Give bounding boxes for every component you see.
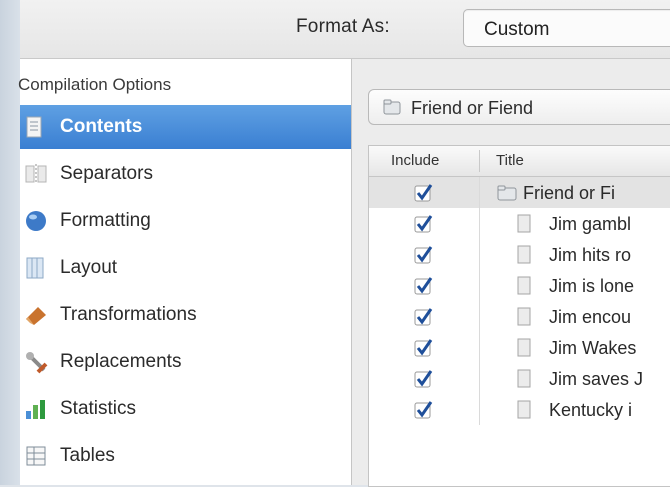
- include-checkbox[interactable]: [413, 183, 433, 203]
- column-divider: [479, 394, 480, 425]
- folder-icon: [497, 185, 517, 201]
- table-row[interactable]: Kentucky i: [369, 394, 670, 425]
- contents-icon: [26, 116, 42, 138]
- row-title: Jim hits ro: [549, 245, 632, 265]
- include-checkbox[interactable]: [413, 214, 433, 234]
- row-title: Jim Wakes: [549, 338, 637, 358]
- document-icon: [517, 369, 531, 388]
- include-checkbox[interactable]: [413, 245, 433, 265]
- document-icon: [517, 276, 531, 295]
- row-title: Friend or Fi: [523, 183, 616, 203]
- table-row[interactable]: Jim gambl: [369, 208, 670, 239]
- sidebar-item-label: Statistics: [60, 398, 137, 419]
- format-as-select[interactable]: Custom: [463, 9, 670, 47]
- table-row[interactable]: Jim encou: [369, 301, 670, 332]
- table-row[interactable]: Jim Wakes: [369, 332, 670, 363]
- sidebar-item-label: Tables: [60, 445, 115, 466]
- document-icon: [517, 245, 531, 264]
- sidebar-header: Compilation Options: [18, 75, 172, 94]
- replacements-icon: [26, 352, 48, 374]
- table-row[interactable]: Friend or Fi: [369, 177, 670, 208]
- format-as-label: Format As:: [296, 16, 390, 37]
- document-selector[interactable]: Friend or Fiend: [368, 89, 670, 125]
- separators-icon: [25, 164, 47, 184]
- sidebar-item-label: Contents: [60, 116, 143, 137]
- sidebar-item-formatting[interactable]: Formatting: [20, 199, 351, 243]
- column-header-title[interactable]: Title: [496, 152, 524, 169]
- column-divider: [479, 270, 480, 301]
- format-as-value: Custom: [484, 19, 550, 40]
- sidebar-item-statistics[interactable]: Statistics: [20, 387, 351, 431]
- sidebar-item-label: Transformations: [60, 304, 197, 325]
- include-checkbox[interactable]: [413, 307, 433, 327]
- table-row[interactable]: Jim hits ro: [369, 239, 670, 270]
- include-checkbox[interactable]: [413, 276, 433, 296]
- sidebar-item-label: Separators: [60, 163, 153, 184]
- sidebar-item-contents[interactable]: Contents: [20, 105, 351, 149]
- column-divider: [479, 150, 480, 172]
- contents-table: Include Title Friend or Fi Jim gambl Jim…: [368, 145, 670, 487]
- table-row[interactable]: Jim saves J: [369, 363, 670, 394]
- statistics-icon: [26, 400, 45, 419]
- layout-icon: [26, 257, 44, 279]
- contents-pane: Friend or Fiend Include Title Friend or …: [352, 59, 670, 487]
- column-divider: [479, 208, 480, 239]
- folder-icon: [383, 99, 401, 115]
- compile-window: Format As: Custom Compilation Options Co…: [18, 0, 670, 487]
- format-bar: Format As: Custom: [20, 0, 670, 59]
- tables-icon: [26, 446, 46, 466]
- document-selector-value: Friend or Fiend: [411, 98, 534, 118]
- sidebar-item-layout[interactable]: Layout: [20, 246, 351, 290]
- include-checkbox[interactable]: [413, 369, 433, 389]
- sidebar-item-label: Layout: [60, 257, 118, 278]
- row-title: Jim saves J: [549, 369, 644, 389]
- row-title: Jim is lone: [549, 276, 635, 296]
- document-icon: [517, 338, 531, 357]
- transformations-icon: [26, 307, 46, 325]
- row-title: Jim encou: [549, 307, 632, 327]
- include-checkbox[interactable]: [413, 400, 433, 420]
- document-icon: [517, 400, 531, 419]
- sidebar-item-label: Formatting: [60, 210, 151, 231]
- include-checkbox[interactable]: [413, 338, 433, 358]
- compilation-options-sidebar: Compilation Options Contents Separators: [18, 59, 352, 485]
- table-row[interactable]: Jim is lone: [369, 270, 670, 301]
- column-divider: [479, 301, 480, 332]
- document-icon: [517, 214, 531, 233]
- formatting-icon: [26, 211, 46, 231]
- document-icon: [517, 307, 531, 326]
- column-divider: [479, 363, 480, 394]
- table-header: Include Title: [369, 146, 670, 177]
- sidebar-item-label: Replacements: [60, 351, 182, 372]
- row-title: Jim gambl: [549, 214, 632, 234]
- column-divider: [479, 332, 480, 363]
- sidebar-item-separators[interactable]: Separators: [20, 152, 351, 196]
- row-title: Kentucky i: [549, 400, 633, 420]
- column-divider: [479, 177, 480, 208]
- sidebar-item-tables[interactable]: Tables: [20, 434, 351, 478]
- column-divider: [479, 239, 480, 270]
- window-edge: [0, 0, 22, 485]
- sidebar-item-replacements[interactable]: Replacements: [20, 340, 351, 384]
- sidebar-item-transformations[interactable]: Transformations: [20, 293, 351, 337]
- column-header-include[interactable]: Include: [391, 152, 439, 169]
